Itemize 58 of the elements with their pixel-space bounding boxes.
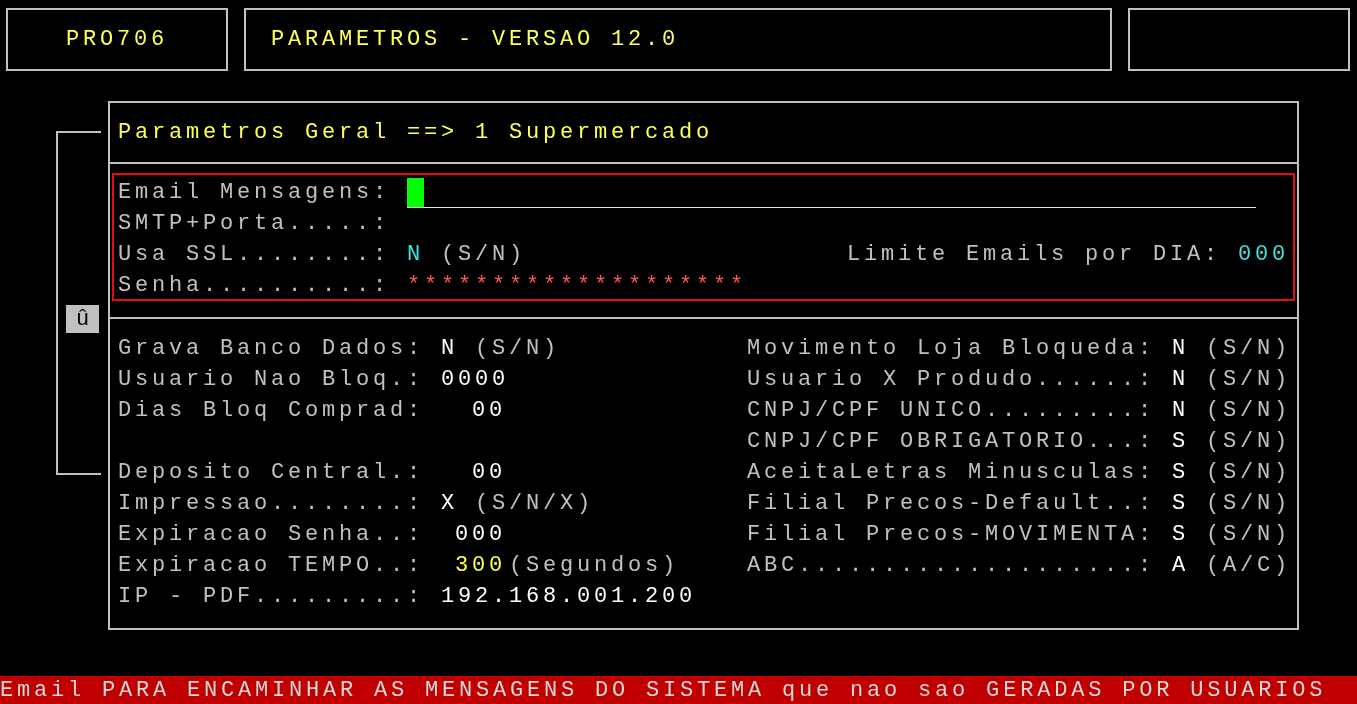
field-label: SMTP+Porta.....: [118,210,392,238]
program-code: PRO706 [66,26,168,54]
field-label: CNPJ/CPF OBRIGATORIO...: [747,428,1157,456]
option-hint: (S/N) [475,335,561,363]
field-label: Email Mensagens: [118,179,392,207]
field-value: 000 [1238,241,1289,269]
field-value: 0000 [441,366,509,394]
field-label: Filial Precos-Default..: [747,490,1157,518]
field-label: IP - PDF.........: [118,583,426,611]
option-hint: (A/C) [1206,552,1292,580]
field-value: X [441,490,458,518]
field-label: Grava Banco Dados: [118,335,426,363]
field-label: CNPJ/CPF UNICO.........: [747,397,1157,425]
option-hint: (S/N/X) [475,490,595,518]
field-value: N [1172,335,1189,363]
field-value: S [1172,490,1189,518]
field-value: S [1172,521,1189,549]
field-label: Limite Emails por DIA: [846,241,1221,269]
field-value: 300 [454,552,507,580]
field-value: A [1172,552,1189,580]
field-value: 00 [471,459,507,487]
option-hint: (S/N) [441,241,526,269]
email-input-field[interactable] [407,177,1256,208]
panel-title: Parametros Geral ==> 1 Supermercado [118,119,714,147]
field-value: S [1172,459,1189,487]
screen-title: PARAMETROS - VERSAO 12.0 [271,26,680,54]
field-label: Expiracao Senha..: [118,521,426,549]
option-hint: (S/N) [1206,335,1292,363]
option-hint: (S/N) [1206,397,1292,425]
field-label: Senha..........: [118,272,392,300]
field-label: Movimento Loja Bloqueda: [747,335,1157,363]
status-message: Email PARA ENCAMINHAR AS MENSAGENS DO SISTEMA que nao sao GERADAS POR USUARIOS [0,676,1327,704]
field-value: N [1172,397,1189,425]
option-hint: (S/N) [1206,490,1292,518]
field-label: Expiracao TEMPO..: [118,552,426,580]
field-value: S [1172,428,1189,456]
field-value: 192.168.001.200 [441,583,697,611]
field-label: Deposito Central.: [118,459,426,487]
option-hint: (S/N) [1206,521,1292,549]
field-value: 00 [471,397,507,425]
field-label: Usuario X Produdo......: [747,366,1157,394]
field-label: Usa SSL........: [118,241,392,269]
field-label: AceitaLetras Minusculas: [747,459,1157,487]
option-hint: (S/N) [1206,366,1292,394]
option-hint: (S/N) [1206,428,1292,456]
field-value: N [441,335,458,363]
field-label: Impressao........: [118,490,426,518]
password-value: ******************** [407,272,748,300]
field-label: ABC....................: [747,552,1157,580]
field-value: 000 [454,521,507,549]
side-marker: û [66,305,99,333]
option-hint: (Segundos) [509,552,680,580]
field-label: Dias Bloq Comprad: [118,397,426,425]
field-label: Usuario Nao Bloq.: [118,366,426,394]
option-hint: (S/N) [1206,459,1292,487]
field-value: N [1172,366,1189,394]
field-label: Filial Precos-MOVIMENTA: [747,521,1157,549]
field-value: N [407,241,425,269]
